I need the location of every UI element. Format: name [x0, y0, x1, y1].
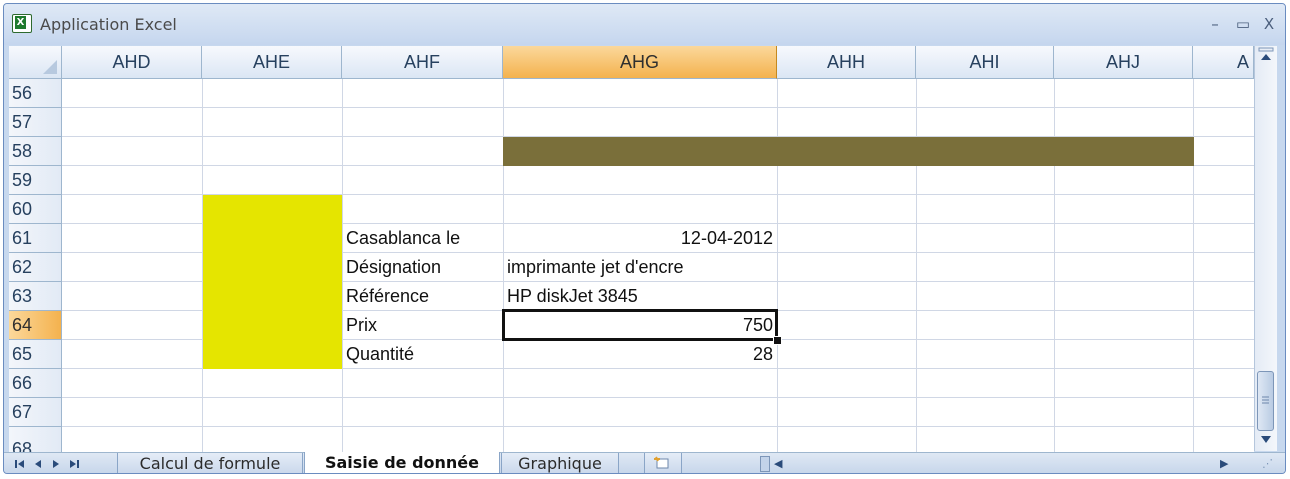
spreadsheet-grid: AHD AHE AHF AHG AHH AHI AHJ A 56 57 58 5… [9, 46, 1254, 453]
tab-saisie-de-donnee[interactable]: Saisie de donnée [304, 452, 500, 473]
scroll-down-icon[interactable] [1257, 431, 1275, 449]
column-header-ahg[interactable]: AHG [503, 46, 777, 79]
close-button[interactable]: X [1258, 14, 1280, 34]
cell-ahf62[interactable]: Désignation [346, 253, 441, 282]
prev-sheet-icon[interactable] [30, 456, 46, 472]
column-header-ahf[interactable]: AHF [342, 46, 503, 79]
sheet-tab-bar: Calcul de formule Saisie de donnée Graph… [4, 452, 1285, 473]
row-header-59[interactable]: 59 [9, 166, 62, 195]
row-header-62[interactable]: 62 [9, 253, 62, 282]
row-header-56[interactable]: 56 [9, 79, 62, 108]
row-header-60[interactable]: 60 [9, 195, 62, 224]
column-header-ahh[interactable]: AHH [777, 46, 916, 79]
first-sheet-icon[interactable] [12, 456, 28, 472]
gridline [62, 426, 1254, 427]
gridline [62, 107, 1254, 108]
vertical-scrollbar[interactable] [1254, 46, 1277, 451]
window-title: Application Excel [40, 15, 177, 34]
last-sheet-icon[interactable] [66, 456, 82, 472]
split-box-icon[interactable] [1257, 46, 1275, 64]
olive-filled-range[interactable] [503, 137, 1194, 166]
fill-handle[interactable] [773, 336, 782, 345]
excel-window: Application Excel – ▭ X AHD AHE AHF AHG … [3, 3, 1286, 474]
maximize-button[interactable]: ▭ [1232, 14, 1254, 34]
cell-ahg65[interactable]: 28 [503, 340, 773, 369]
column-header-a[interactable]: A [1193, 46, 1254, 79]
excel-app-icon[interactable] [12, 14, 32, 33]
minimize-button[interactable]: – [1204, 14, 1226, 34]
tab-graphique[interactable]: Graphique [501, 453, 619, 473]
tab-calcul-de-formule[interactable]: Calcul de formule [117, 453, 303, 473]
active-cell-selection[interactable] [502, 309, 778, 341]
row-header-67[interactable]: 67 [9, 398, 62, 427]
scroll-right-icon[interactable]: ▶ [1220, 456, 1228, 472]
cell-ahf61[interactable]: Casablanca le [346, 224, 460, 253]
column-header-ahi[interactable]: AHI [916, 46, 1054, 79]
column-header-ahe[interactable]: AHE [202, 46, 342, 79]
row-header-57[interactable]: 57 [9, 108, 62, 137]
tab-split-handle[interactable] [760, 456, 770, 472]
row-header-65[interactable]: 65 [9, 340, 62, 369]
cell-ahg63[interactable]: HP diskJet 3845 [507, 282, 638, 311]
insert-sheet-icon[interactable] [644, 453, 682, 473]
cell-ahf64[interactable]: Prix [346, 311, 377, 340]
row-header-58[interactable]: 58 [9, 137, 62, 166]
select-all-button[interactable] [9, 46, 62, 79]
yellow-filled-range[interactable] [203, 195, 342, 369]
column-header-ahj[interactable]: AHJ [1054, 46, 1193, 79]
cell-ahf65[interactable]: Quantité [346, 340, 414, 369]
title-bar[interactable]: Application Excel – ▭ X [4, 4, 1285, 45]
gridline [62, 397, 1254, 398]
row-header-68[interactable]: 68 [9, 427, 62, 453]
column-header-ahd[interactable]: AHD [62, 46, 202, 79]
next-sheet-icon[interactable] [48, 456, 64, 472]
scroll-left-icon[interactable]: ◀ [774, 456, 782, 472]
row-header-63[interactable]: 63 [9, 282, 62, 311]
row-header-64[interactable]: 64 [9, 311, 62, 340]
row-header-66[interactable]: 66 [9, 369, 62, 398]
cell-ahf63[interactable]: Référence [346, 282, 429, 311]
resize-grip-icon[interactable]: ⋰ [1262, 456, 1273, 472]
cell-ahg62[interactable]: imprimante jet d'encre [507, 253, 684, 282]
cell-ahg61[interactable]: 12-04-2012 [503, 224, 773, 253]
scroll-thumb[interactable] [1257, 371, 1274, 431]
row-header-61[interactable]: 61 [9, 224, 62, 253]
